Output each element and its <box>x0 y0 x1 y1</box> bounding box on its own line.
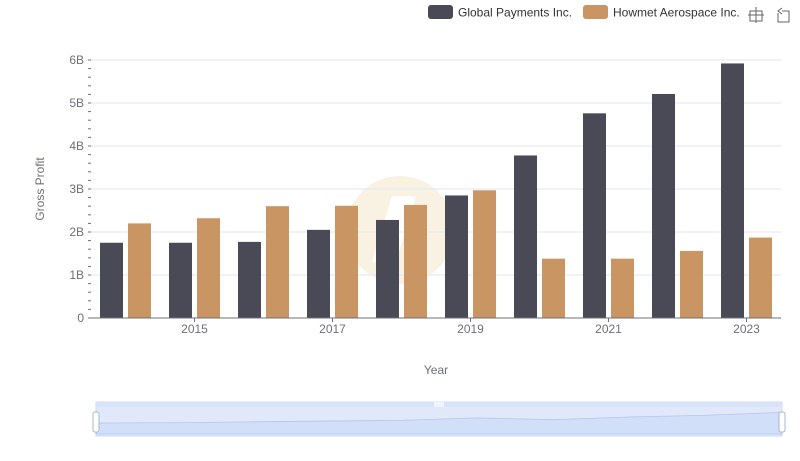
bar <box>680 250 703 318</box>
bar <box>266 206 289 318</box>
chart: 0 1B 2B 3B 4B 5B 6B 2015 2017 2019 2021 2023 Gross… <box>33 5 790 437</box>
y-tick-label: 3B <box>69 182 84 196</box>
data-zoom-selected-range <box>96 407 782 436</box>
y-tick-labels: 0 1B 2B 3B 4B 5B 6B <box>69 53 84 325</box>
x-tick-labels: 2015 2017 2019 2021 2023 <box>181 318 760 336</box>
bar <box>652 93 675 318</box>
y-tick-label: 1B <box>69 268 84 282</box>
data-zoom-handle-right[interactable] <box>778 411 786 433</box>
x-tick-label: 2023 <box>733 322 760 336</box>
bar <box>307 229 330 318</box>
legend-item-howmet[interactable]: Howmet Aerospace Inc. <box>583 5 740 20</box>
legend-label-global-payments: Global Payments Inc. <box>458 6 572 20</box>
y-tick-label: 4B <box>69 139 84 153</box>
y-tick-label: 0 <box>77 311 84 325</box>
bar <box>445 195 468 318</box>
bar <box>238 241 261 318</box>
zoom-icon[interactable] <box>748 7 764 23</box>
y-axis-minor-ticks <box>88 59 91 319</box>
bar <box>749 237 772 318</box>
data-zoom-move-handle[interactable] <box>434 402 444 407</box>
legend-swatch-global-payments <box>428 5 453 19</box>
restore-icon[interactable] <box>777 7 790 23</box>
y-tick-label: 2B <box>69 225 84 239</box>
bar <box>376 219 399 318</box>
watermark-logo <box>346 176 454 284</box>
bar <box>611 258 634 318</box>
data-zoom-slider[interactable] <box>92 401 786 437</box>
bar <box>169 242 192 318</box>
bar <box>542 258 565 318</box>
bar <box>583 113 606 318</box>
y-axis-title: Gross Profit <box>33 157 47 221</box>
legend-item-global-payments[interactable]: Global Payments Inc. <box>428 5 572 20</box>
data-zoom-handle-left[interactable] <box>92 411 100 433</box>
bar <box>721 63 744 318</box>
bar <box>404 204 427 318</box>
bar <box>514 155 537 318</box>
legend-swatch-howmet <box>583 5 608 19</box>
bar <box>128 223 151 318</box>
x-tick-label: 2019 <box>457 322 484 336</box>
legend: Global Payments Inc. Howmet Aerospace In… <box>428 5 740 20</box>
y-tick-label: 5B <box>69 96 84 110</box>
bar <box>473 190 496 318</box>
legend-label-howmet: Howmet Aerospace Inc. <box>613 6 740 20</box>
x-axis-title: Year <box>424 363 448 377</box>
bar <box>100 242 123 318</box>
y-tick-label: 6B <box>69 53 84 67</box>
x-tick-label: 2015 <box>181 322 208 336</box>
x-tick-label: 2017 <box>319 322 346 336</box>
bar <box>335 205 358 318</box>
bar <box>197 218 220 318</box>
x-tick-label: 2021 <box>595 322 622 336</box>
